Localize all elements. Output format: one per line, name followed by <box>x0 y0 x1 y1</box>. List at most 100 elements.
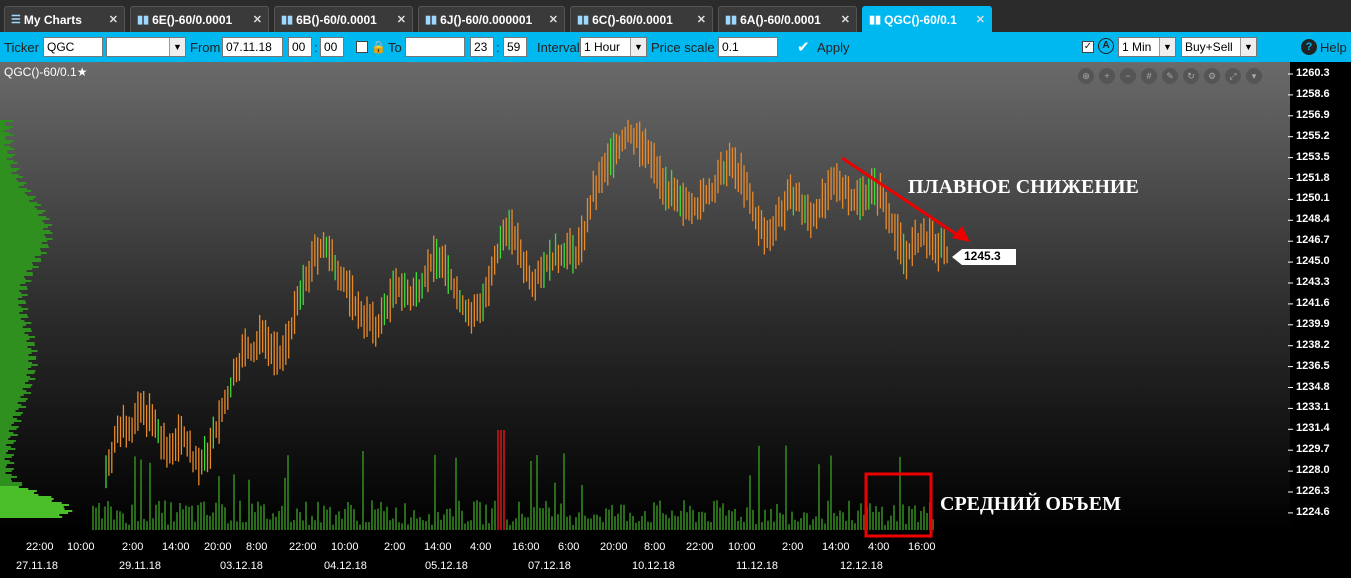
profile-bar <box>0 172 12 174</box>
profile-bar <box>0 218 50 220</box>
close-icon[interactable]: ✕ <box>549 13 558 26</box>
volume-bar <box>626 520 628 530</box>
profile-bar <box>0 136 6 138</box>
volume-bar <box>827 500 829 530</box>
profile-bar <box>0 484 23 486</box>
profile-bar <box>0 458 5 460</box>
volume-bar <box>410 517 412 530</box>
volume-bar <box>308 524 310 530</box>
price-scale-input[interactable]: 0.1 <box>718 37 778 57</box>
volume-bar <box>680 510 682 530</box>
tab-label: 6C()-60/0.0001 <box>592 12 673 27</box>
volume-bar <box>224 507 226 530</box>
chart-area[interactable]: QGC()-60/0.1★ ⊕ + − # ✎ ↻ ⚙ ⤢ ▾ 1245.3 П… <box>0 62 1351 578</box>
volume-bar <box>635 522 637 530</box>
price-chart[interactable] <box>0 62 1351 578</box>
volume-bar <box>917 521 919 530</box>
from-hour-input[interactable]: 00 <box>288 37 312 57</box>
profile-bar <box>0 432 14 434</box>
close-icon[interactable]: ✕ <box>976 13 985 26</box>
volume-bar <box>785 445 787 530</box>
zoom-reset-icon[interactable]: ⊕ <box>1078 68 1094 84</box>
pencil-icon[interactable]: ✎ <box>1162 68 1178 84</box>
help-link[interactable]: Help <box>1320 40 1347 55</box>
apply-button[interactable]: Apply <box>817 40 850 55</box>
profile-bar <box>0 370 36 372</box>
volume-bar <box>533 507 535 530</box>
ticker-input[interactable]: QGC <box>43 37 103 57</box>
to-date-input[interactable] <box>405 37 465 57</box>
side-dropdown[interactable]: Buy+Sell ▼ <box>1181 37 1257 57</box>
volume-bar <box>845 520 847 530</box>
volume-bar <box>179 502 181 530</box>
interval-dropdown[interactable]: 1 Hour ▼ <box>580 37 647 57</box>
ticker-dropdown[interactable]: ▼ <box>106 37 186 57</box>
volume-bar <box>860 503 862 530</box>
tab-my-charts[interactable]: ☰ My Charts ✕ <box>4 6 125 32</box>
volume-bar <box>98 502 100 530</box>
tab-6e-60-0-0001[interactable]: ▮▮ 6E()-60/0.0001 ✕ <box>130 6 269 32</box>
profile-bar <box>0 488 29 490</box>
y-tick-label: 1226.3 <box>1296 485 1330 497</box>
profile-bar <box>0 174 19 176</box>
close-icon[interactable]: ✕ <box>841 13 850 26</box>
close-icon[interactable]: ✕ <box>253 13 262 26</box>
from-minute-input[interactable]: 00 <box>320 37 344 57</box>
profile-bar <box>0 398 28 400</box>
x-time-label: 16:00 <box>908 541 936 553</box>
volume-bar <box>527 517 529 530</box>
volume-bar <box>677 516 679 530</box>
profile-bar <box>0 256 35 258</box>
tab-6j-60-0-000001[interactable]: ▮▮ 6J()-60/0.000001 ✕ <box>418 6 565 32</box>
auto-icon[interactable]: A <box>1098 38 1114 54</box>
refresh-icon[interactable]: ↻ <box>1183 68 1199 84</box>
volume-bar <box>497 430 499 530</box>
y-tick-label: 1238.2 <box>1296 338 1330 351</box>
to-enable-checkbox[interactable] <box>356 41 368 53</box>
profile-bar <box>0 376 31 378</box>
tab-6a-60-0-0001[interactable]: ▮▮ 6A()-60/0.0001 ✕ <box>718 6 857 32</box>
volume-bar <box>257 501 259 530</box>
profile-bar <box>0 312 20 314</box>
tab-qgc-60-0-1[interactable]: ▮▮ QGC()-60/0.1 ✕ <box>862 6 992 32</box>
x-time-label: 4:00 <box>868 541 890 553</box>
tab-6c-60-0-0001[interactable]: ▮▮ 6C()-60/0.0001 ✕ <box>570 6 713 32</box>
check-circle-icon[interactable]: ✔ <box>797 38 810 56</box>
volume-bar <box>449 508 451 530</box>
to-hour-input[interactable]: 23 <box>470 37 494 57</box>
tab-6b-60-0-0001[interactable]: ▮▮ 6B()-60/0.0001 ✕ <box>274 6 413 32</box>
zoom-in-icon[interactable]: + <box>1099 68 1115 84</box>
volume-bar <box>758 445 760 530</box>
profile-bar <box>0 434 18 436</box>
chevron-down-icon[interactable]: ▾ <box>1246 68 1262 84</box>
timeframe-dropdown[interactable]: 1 Min ▼ <box>1118 37 1176 57</box>
expand-icon[interactable]: ⤢ <box>1225 68 1241 84</box>
volume-bar <box>314 520 316 530</box>
volume-bar <box>482 524 484 530</box>
volume-bar <box>446 509 448 530</box>
volume-bar <box>542 508 544 530</box>
profile-bar <box>0 478 12 480</box>
grid-icon[interactable]: # <box>1141 68 1157 84</box>
x-date-label: 11.12.18 <box>736 560 779 572</box>
volume-bar <box>296 508 298 530</box>
auto-checkbox[interactable]: ✓ <box>1082 41 1094 53</box>
volume-bar <box>386 506 388 530</box>
profile-bar <box>0 418 17 420</box>
zoom-out-icon[interactable]: − <box>1120 68 1136 84</box>
star-icon[interactable]: ★ <box>77 65 88 79</box>
volume-bar <box>113 519 115 530</box>
volume-bar <box>512 521 514 530</box>
gear-icon[interactable]: ⚙ <box>1204 68 1220 84</box>
profile-bar <box>0 292 22 294</box>
help-icon[interactable]: ? <box>1301 39 1317 55</box>
close-icon[interactable]: ✕ <box>697 13 706 26</box>
from-date-input[interactable]: 07.11.18 <box>222 37 283 57</box>
volume-bar <box>392 518 394 530</box>
close-icon[interactable]: ✕ <box>109 13 118 26</box>
x-date-label: 04.12.18 <box>324 560 367 572</box>
close-icon[interactable]: ✕ <box>397 13 406 26</box>
to-minute-input[interactable]: 59 <box>503 37 527 57</box>
y-tick-label: 1243.3 <box>1296 276 1330 288</box>
volume-bar <box>125 522 127 530</box>
